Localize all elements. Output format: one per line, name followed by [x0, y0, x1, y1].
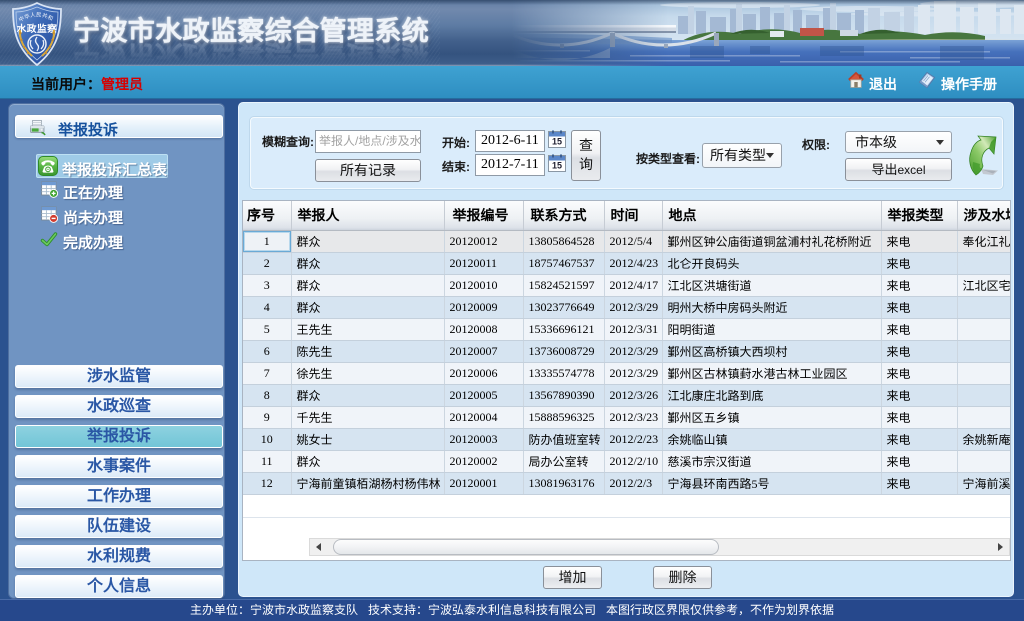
svg-text:水政监察: 水政监察 [17, 21, 58, 35]
svg-text:15: 15 [552, 161, 562, 171]
svg-text:15: 15 [552, 137, 562, 147]
